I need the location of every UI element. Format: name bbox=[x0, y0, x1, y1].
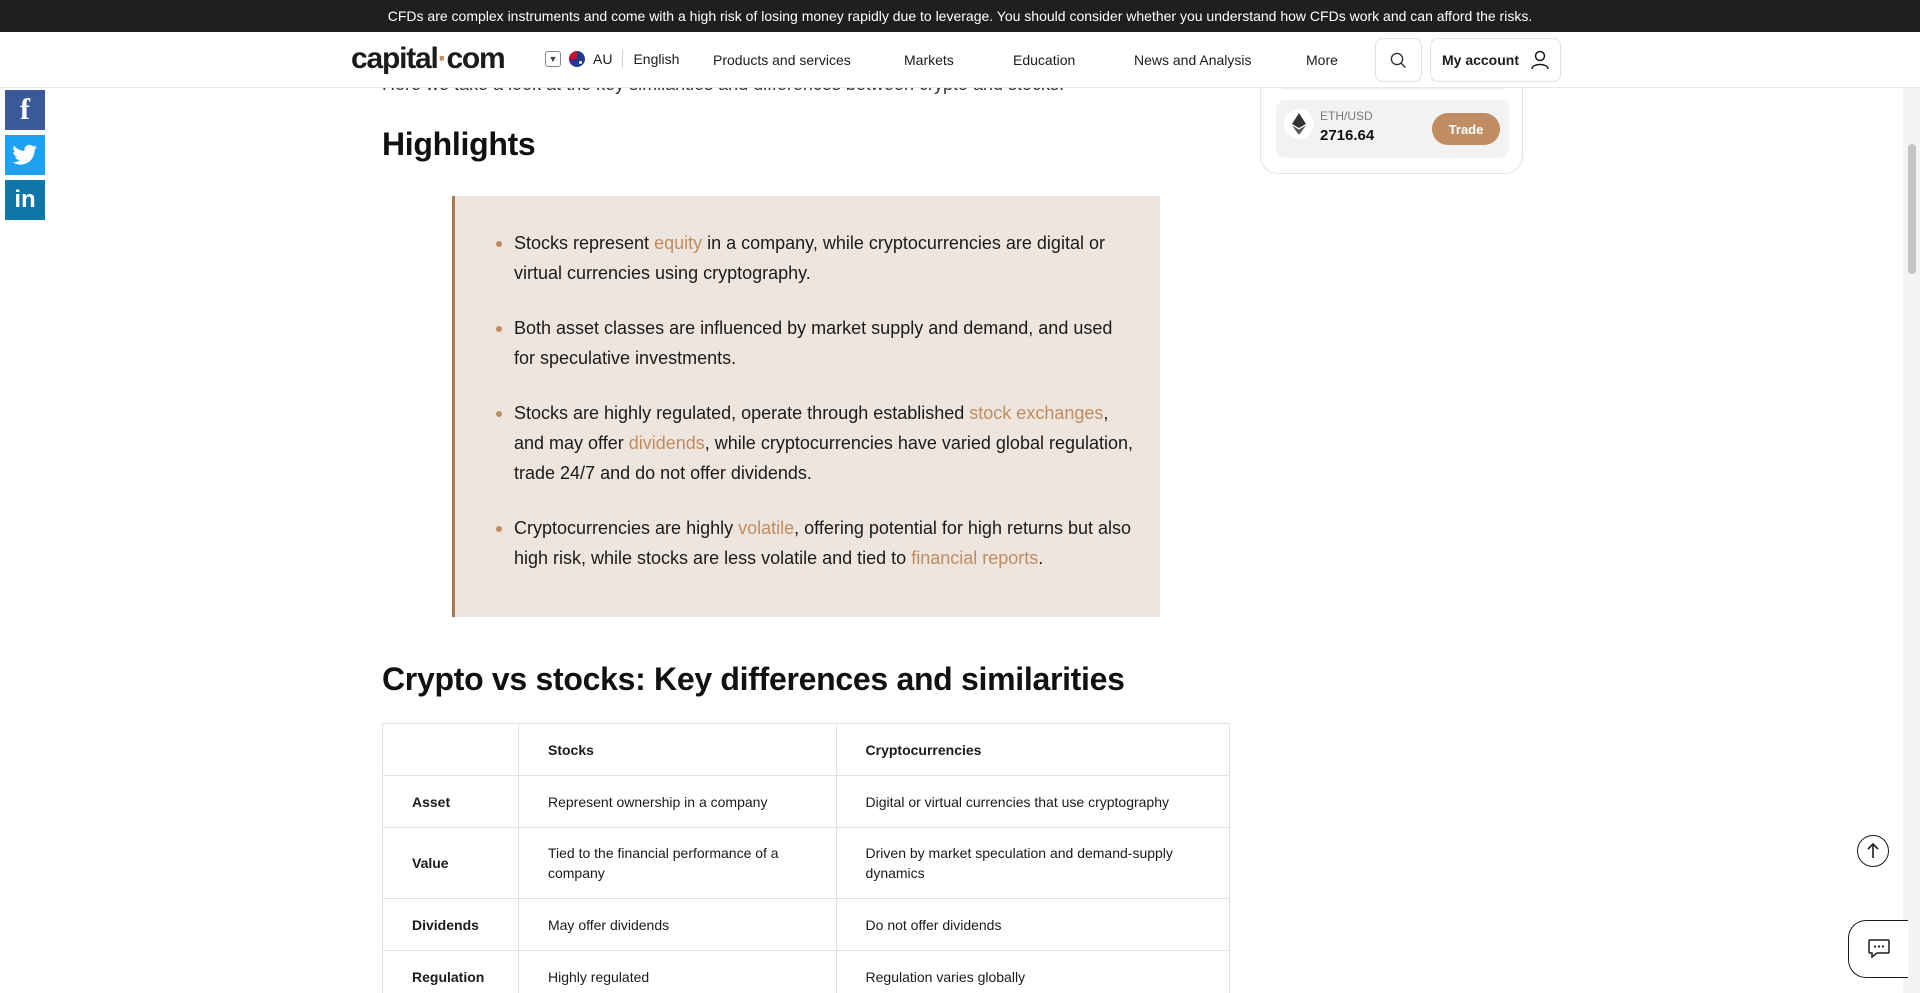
stock-exchanges-link[interactable]: stock exchanges bbox=[969, 403, 1103, 423]
scroll-to-top-button[interactable] bbox=[1857, 835, 1889, 867]
risk-warning-banner: CFDs are complex instruments and come wi… bbox=[0, 0, 1920, 32]
facebook-icon: f bbox=[20, 93, 30, 126]
table-header-row: Stocks Cryptocurrencies bbox=[382, 723, 1231, 776]
table-cell: May offer dividends bbox=[517, 898, 837, 951]
highlight-text: Both asset classes are influenced by mar… bbox=[514, 318, 1113, 368]
table-cell: Digital or virtual currencies that use c… bbox=[835, 775, 1231, 828]
table-cell: Represent ownership in a company bbox=[517, 775, 837, 828]
highlight-item: Stocks are highly regulated, operate thr… bbox=[496, 398, 1134, 488]
search-button[interactable] bbox=[1375, 38, 1422, 82]
table-row-label: Regulation bbox=[382, 950, 519, 993]
linkedin-share-button[interactable]: in bbox=[5, 180, 45, 220]
market-price: 2716.64 bbox=[1320, 127, 1375, 144]
australia-flag-icon bbox=[569, 51, 585, 67]
site-header: capital·com ▼ AU English Products and se… bbox=[0, 32, 1920, 88]
table-header-cell bbox=[382, 723, 519, 776]
table-cell: Highly regulated bbox=[517, 950, 837, 993]
table-row-label: Value bbox=[382, 827, 519, 899]
comparison-table: Stocks Cryptocurrencies Asset Represent … bbox=[382, 723, 1231, 993]
table-row: Asset Represent ownership in a company D… bbox=[382, 775, 1231, 828]
nav-more[interactable]: More bbox=[1306, 52, 1338, 68]
logo-text-left: capital bbox=[351, 42, 439, 75]
region-divider bbox=[622, 50, 624, 68]
twitter-icon bbox=[12, 144, 37, 165]
user-icon bbox=[1531, 50, 1549, 70]
my-account-label: My account bbox=[1441, 52, 1519, 68]
nav-education[interactable]: Education bbox=[1013, 52, 1075, 68]
highlight-text: Stocks are highly regulated, operate thr… bbox=[514, 403, 970, 423]
volatile-link[interactable]: volatile bbox=[738, 518, 794, 538]
linkedin-icon: in bbox=[14, 186, 36, 213]
language-label[interactable]: English bbox=[633, 51, 679, 67]
nav-news-and-analysis[interactable]: News and Analysis bbox=[1134, 52, 1252, 68]
highlight-item: Both asset classes are influenced by mar… bbox=[496, 313, 1134, 373]
table-cell: Do not offer dividends bbox=[835, 898, 1231, 951]
chevron-down-icon[interactable]: ▼ bbox=[545, 51, 561, 67]
page-scrollbar[interactable] bbox=[1903, 88, 1920, 993]
region-code[interactable]: AU bbox=[593, 51, 612, 67]
twitter-share-button[interactable] bbox=[5, 135, 45, 175]
table-row: Value Tied to the financial performance … bbox=[382, 827, 1231, 899]
comparison-heading: Crypto vs stocks: Key differences and si… bbox=[382, 661, 1125, 697]
region-language-selector[interactable]: ▼ AU English bbox=[545, 50, 679, 68]
highlights-heading: Highlights bbox=[382, 126, 536, 162]
table-row: Regulation Highly regulated Regulation v… bbox=[382, 950, 1231, 993]
table-cell: Driven by market speculation and demand-… bbox=[835, 827, 1231, 899]
table-cell: Regulation varies globally bbox=[835, 950, 1231, 993]
nav-markets[interactable]: Markets bbox=[904, 52, 954, 68]
nav-products-and-services[interactable]: Products and services bbox=[713, 52, 851, 68]
highlight-item: Cryptocurrencies are highly volatile, of… bbox=[496, 513, 1134, 573]
trade-button[interactable]: Trade bbox=[1432, 113, 1500, 145]
search-icon bbox=[1390, 52, 1406, 68]
highlights-list: Stocks represent equity in a company, wh… bbox=[496, 228, 1134, 598]
table-row-label: Asset bbox=[382, 775, 519, 828]
highlight-item: Stocks represent equity in a company, wh… bbox=[496, 228, 1134, 288]
table-header-cell: Stocks bbox=[517, 723, 837, 776]
ethereum-icon bbox=[1284, 109, 1314, 139]
market-row-eth-usd[interactable]: ETH/USD 2716.64 Trade bbox=[1276, 100, 1509, 158]
dividends-link[interactable]: dividends bbox=[629, 433, 705, 453]
highlights-box: Stocks represent equity in a company, wh… bbox=[452, 196, 1160, 617]
logo-text-right: com bbox=[446, 42, 505, 75]
market-pair-label: ETH/USD bbox=[1320, 109, 1373, 123]
arrow-up-icon bbox=[1867, 842, 1879, 858]
table-header-cell: Cryptocurrencies bbox=[835, 723, 1231, 776]
capital-com-logo[interactable]: capital·com bbox=[351, 42, 506, 76]
highlight-text: Stocks represent bbox=[514, 233, 655, 253]
chat-support-button[interactable] bbox=[1848, 920, 1908, 978]
chat-icon bbox=[1867, 939, 1890, 959]
table-row-label: Dividends bbox=[382, 898, 519, 951]
my-account-button[interactable]: My account bbox=[1430, 38, 1561, 82]
highlight-text: Cryptocurrencies are highly bbox=[514, 518, 739, 538]
highlight-text: . bbox=[1038, 548, 1044, 568]
equity-link[interactable]: equity bbox=[654, 233, 702, 253]
scrollbar-thumb[interactable] bbox=[1908, 144, 1916, 274]
table-row: Dividends May offer dividends Do not off… bbox=[382, 898, 1231, 951]
facebook-share-button[interactable]: f bbox=[5, 90, 45, 130]
financial-reports-link[interactable]: financial reports bbox=[911, 548, 1038, 568]
risk-warning-text: CFDs are complex instruments and come wi… bbox=[387, 8, 1533, 24]
table-cell: Tied to the financial performance of a c… bbox=[517, 827, 837, 899]
